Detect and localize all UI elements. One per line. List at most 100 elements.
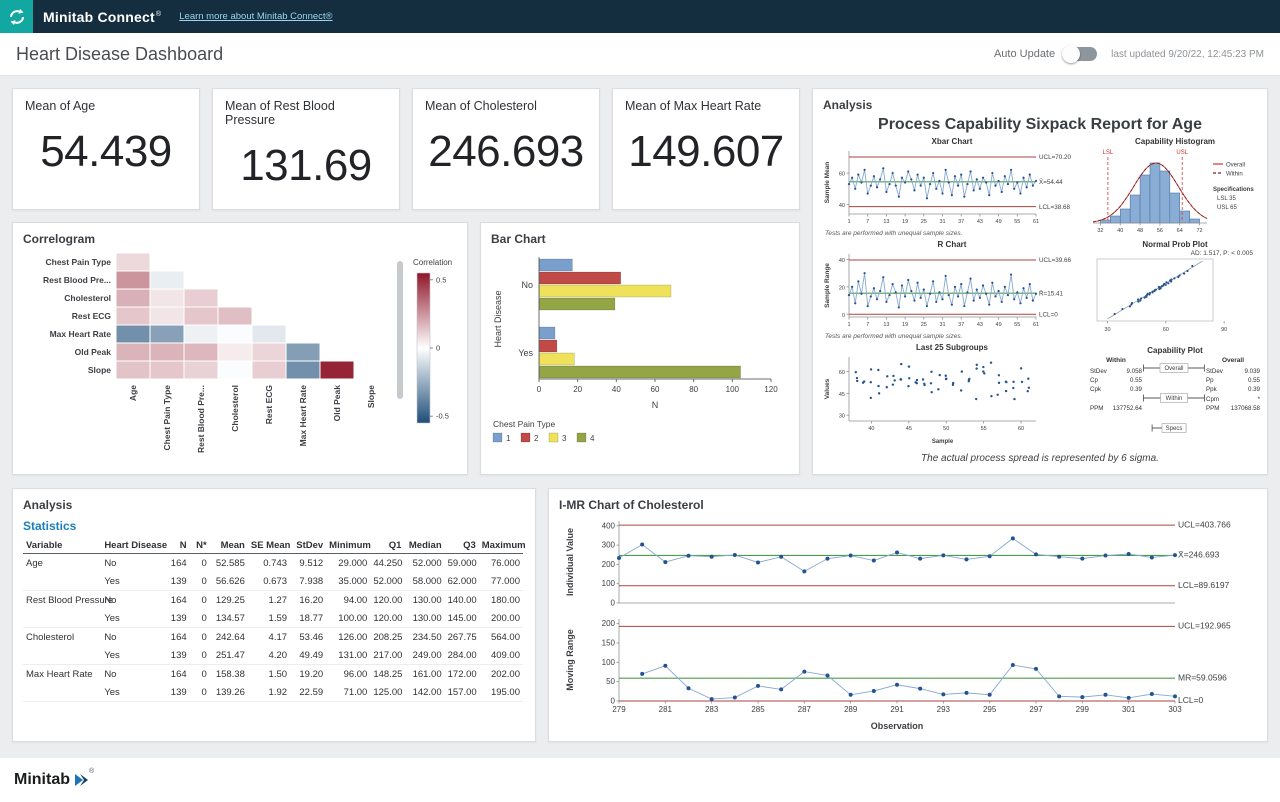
svg-text:Slope: Slope <box>366 385 376 408</box>
panel-title: Analysis <box>813 89 1267 115</box>
statistics-subtitle[interactable]: Statistics <box>13 515 535 538</box>
chart-title: Capability Plot <box>1089 346 1261 355</box>
svg-text:LSL: LSL <box>1103 150 1114 156</box>
column-header: StDev <box>290 538 326 554</box>
svg-text:Moving Range: Moving Range <box>565 629 575 691</box>
kpi-value: 246.693 <box>413 127 599 177</box>
svg-text:7: 7 <box>866 322 869 328</box>
svg-text:Sample: Sample <box>932 439 954 445</box>
auto-update-toggle[interactable] <box>1065 47 1097 61</box>
capability-histogram-chart[interactable]: Capability Histogram LSLUSL324048566472O… <box>1089 137 1261 240</box>
svg-text:Yes: Yes <box>518 348 533 358</box>
statistics-panel: Analysis Statistics VariableHeart Diseas… <box>12 488 536 742</box>
imr-chart[interactable]: 0100200300400UCL=403.766X̄=246.693LCL=89… <box>549 515 1267 738</box>
svg-text:2: 2 <box>534 434 539 443</box>
svg-text:60: 60 <box>1018 426 1024 432</box>
cap-stat-row: StDev9.058 <box>1090 367 1142 376</box>
svg-text:MR=59.0596: MR=59.0596 <box>1178 672 1227 682</box>
svg-text:40: 40 <box>1117 228 1123 234</box>
r-chart[interactable]: R Chart 0204017131925313743495561UCL=39.… <box>821 240 1083 340</box>
minitab-connect-logo[interactable] <box>0 0 33 33</box>
svg-text:303: 303 <box>1168 705 1182 714</box>
panel-title: Bar Chart <box>481 223 799 249</box>
connect-swirl-icon <box>7 7 27 27</box>
cap-stat-row: Cpk0.39 <box>1090 385 1142 394</box>
svg-text:0: 0 <box>842 313 845 319</box>
svg-text:20: 20 <box>573 385 582 394</box>
svg-text:Old Peak: Old Peak <box>332 385 342 422</box>
cap-col-header: Overall <box>1206 356 1260 366</box>
scrollbar-thumb <box>397 261 403 399</box>
svg-text:X̄=246.693: X̄=246.693 <box>1178 550 1220 560</box>
dashboard-canvas: Mean of Age 54.439 Mean of Rest Blood Pr… <box>0 76 1280 758</box>
svg-text:Specs: Specs <box>1166 426 1183 432</box>
chart-note: Tests are performed with unequal sample … <box>825 230 1083 237</box>
svg-text:Old Peak: Old Peak <box>75 347 112 357</box>
svg-text:LCL=89.6197: LCL=89.6197 <box>1178 580 1230 590</box>
svg-text:19: 19 <box>902 322 908 328</box>
svg-text:299: 299 <box>1076 705 1090 714</box>
column-header: N <box>166 538 190 554</box>
xbar-chart[interactable]: Xbar Chart 406017131925313743495561UCL=7… <box>821 137 1083 237</box>
svg-text:1: 1 <box>847 322 850 328</box>
svg-text:Correlation: Correlation <box>413 258 452 267</box>
svg-text:Max Heart Rate: Max Heart Rate <box>298 385 308 447</box>
svg-text:60: 60 <box>839 172 845 178</box>
svg-text:55: 55 <box>1014 219 1020 225</box>
svg-text:LCL=0: LCL=0 <box>1039 311 1058 318</box>
svg-text:3: 3 <box>562 434 567 443</box>
panel-title: Analysis <box>13 489 535 515</box>
last-25-subgroups-chart[interactable]: Last 25 Subgroups 3045604045505560Sample… <box>821 343 1083 450</box>
svg-text:Within: Within <box>1226 172 1243 178</box>
dashboard-header: Heart Disease Dashboard Auto Update last… <box>0 33 1280 76</box>
svg-text:No: No <box>521 280 533 290</box>
kpi-card-max-heart-rate: Mean of Max Heart Rate 149.607 <box>612 88 800 210</box>
svg-text:295: 295 <box>983 705 997 714</box>
svg-text:45: 45 <box>906 426 912 432</box>
column-header: N* <box>190 538 210 554</box>
panel-title: Correlogram <box>13 223 467 249</box>
bar-chart-panel: Bar Chart NoYes020406080100120NHeart Dis… <box>480 222 800 475</box>
svg-text:30: 30 <box>1104 327 1110 333</box>
svg-text:0: 0 <box>436 344 440 353</box>
capability-plot-chart[interactable]: Capability Plot WithinStDev9.058Cp0.55Cp… <box>1089 346 1261 440</box>
svg-text:200: 200 <box>602 560 616 569</box>
overall-stats: OverallStDev9.039Pp0.55Ppk0.39Cpm*PPM137… <box>1206 356 1260 413</box>
svg-text:Cholesterol: Cholesterol <box>64 293 111 303</box>
column-header: SE Mean <box>248 538 290 554</box>
normal-prob-plot-chart[interactable]: Normal Prob Plot AD: 1.517, P: < 0.005 3… <box>1089 240 1261 346</box>
kpi-label: Mean of Age <box>13 89 199 113</box>
svg-text:Within: Within <box>1166 396 1183 402</box>
svg-text:UCL=192.965: UCL=192.965 <box>1178 621 1231 631</box>
svg-text:Observation: Observation <box>871 721 924 731</box>
svg-text:60: 60 <box>839 370 845 376</box>
within-stats: WithinStDev9.058Cp0.55Cpk0.39PPM137752.6… <box>1090 356 1142 413</box>
svg-text:Chest Pain Type: Chest Pain Type <box>162 385 172 451</box>
svg-text:281: 281 <box>659 705 673 714</box>
table-row: Yes139056.6260.6737.93835.00052.00058.00… <box>23 572 523 591</box>
svg-text:400: 400 <box>602 521 616 530</box>
svg-text:55: 55 <box>1014 322 1020 328</box>
svg-text:Overall: Overall <box>1164 366 1183 372</box>
kpi-label: Mean of Cholesterol <box>413 89 599 113</box>
statistics-table: VariableHeart DiseaseNN*MeanSE MeanStDev… <box>13 538 535 702</box>
correlogram-chart[interactable]: Chest Pain TypeRest Blood Pre...Choleste… <box>13 249 467 478</box>
chart-title: Xbar Chart <box>821 137 1083 146</box>
svg-text:-0.5: -0.5 <box>436 412 449 421</box>
svg-text:48: 48 <box>1137 228 1143 234</box>
svg-text:13: 13 <box>883 322 889 328</box>
svg-text:UCL=39.66: UCL=39.66 <box>1039 257 1072 264</box>
page-footer: Minitab ® <box>0 758 1280 802</box>
brand-name: Minitab Connect® <box>43 9 161 25</box>
table-row: Max Heart RateNo1640158.381.5019.2096.00… <box>23 665 523 684</box>
svg-text:297: 297 <box>1029 705 1043 714</box>
svg-text:300: 300 <box>602 541 616 550</box>
svg-text:Age: Age <box>128 385 138 401</box>
minitab-logo-text[interactable]: Minitab <box>14 771 70 789</box>
bar-chart[interactable]: NoYes020406080100120NHeart DiseaseChest … <box>481 249 799 468</box>
svg-text:Rest ECG: Rest ECG <box>72 311 112 321</box>
learn-more-link[interactable]: Learn more about Minitab Connect® <box>179 11 332 22</box>
cap-stat-row: Ppk0.39 <box>1206 385 1260 394</box>
svg-text:285: 285 <box>751 705 765 714</box>
svg-text:40: 40 <box>868 426 874 432</box>
